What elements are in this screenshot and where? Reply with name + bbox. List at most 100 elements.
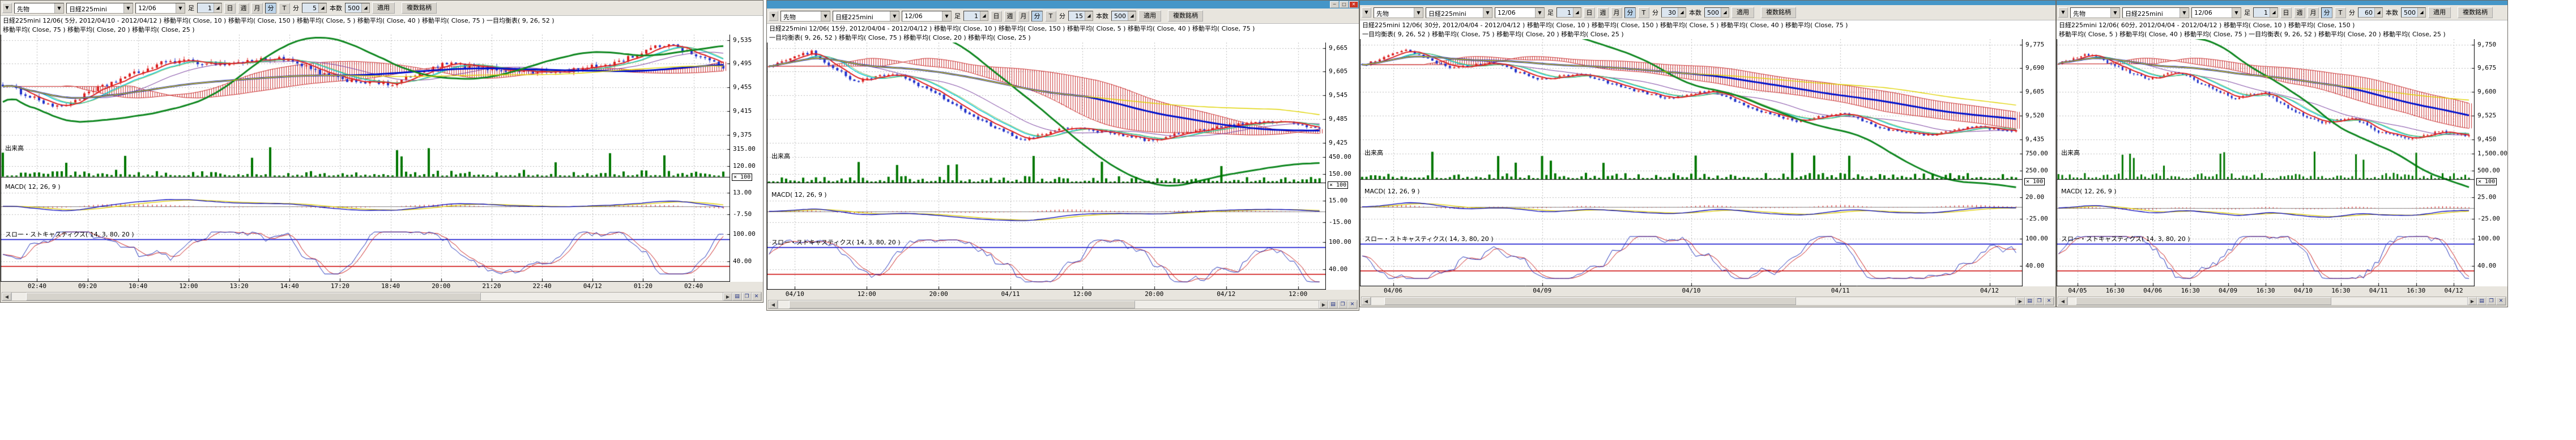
period-button-2[interactable]: 月 <box>251 3 263 14</box>
apply-button[interactable]: 適用 <box>2428 7 2451 18</box>
window-close-button[interactable]: ✕ <box>2496 297 2506 305</box>
contract-select[interactable]: 12/06▼ <box>902 11 952 22</box>
scroll-thumb[interactable] <box>26 293 481 301</box>
period-button-2[interactable]: 月 <box>1611 7 1622 18</box>
category-select[interactable]: 先物▼ <box>781 11 830 22</box>
panel-menu-button[interactable]: ▼ <box>2058 7 2068 18</box>
scroll-thumb[interactable] <box>2076 297 2331 305</box>
minimize-button[interactable]: ─ <box>1330 1 1339 8</box>
close-button[interactable]: ✕ <box>1349 1 1358 8</box>
chart-scrollbar[interactable]: ◀▶▤❐✕ <box>1361 297 2054 306</box>
period-button-1[interactable]: 週 <box>238 3 249 14</box>
window-close-button[interactable]: ✕ <box>1347 301 1357 308</box>
multi-symbol-button[interactable]: 複数銘柄 <box>1761 7 1796 18</box>
symbol-select[interactable]: 日経225mini▼ <box>66 3 133 14</box>
scroll-right-button[interactable]: ▶ <box>2016 297 2025 305</box>
contract-select[interactable]: 12/06▼ <box>1495 7 1545 18</box>
period-button-4[interactable]: T <box>279 3 290 14</box>
period-button-4[interactable]: T <box>1045 11 1056 22</box>
price-chart-canvas[interactable] <box>1 35 730 282</box>
bar-count-stepper[interactable]: 500◢ <box>1704 7 1729 18</box>
scroll-left-button[interactable]: ◀ <box>2058 297 2067 305</box>
stepper-icon[interactable]: ◢ <box>1573 8 1581 17</box>
price-chart-canvas[interactable] <box>767 43 1326 290</box>
scroll-right-button[interactable]: ▶ <box>1319 301 1328 308</box>
scroll-thumb[interactable] <box>1384 297 1797 305</box>
stepper-icon[interactable]: ◢ <box>1085 11 1093 20</box>
period-button-3[interactable]: 分 <box>2321 7 2332 18</box>
window-restore-button[interactable]: ▤ <box>732 293 742 301</box>
panel-menu-button[interactable]: ▼ <box>1362 7 1371 18</box>
price-chart-canvas[interactable] <box>1360 39 2023 286</box>
stepper-icon[interactable]: ◢ <box>2270 8 2278 17</box>
multi-symbol-button[interactable]: 複数銘柄 <box>2458 7 2493 18</box>
period-button-0[interactable]: 日 <box>2280 7 2292 18</box>
scroll-right-button[interactable]: ▶ <box>2468 297 2477 305</box>
apply-button[interactable]: 適用 <box>372 2 395 14</box>
symbol-select[interactable]: 日経225mini▼ <box>1426 7 1492 18</box>
stepper-icon[interactable]: ◢ <box>361 3 369 12</box>
bar-interval-stepper[interactable]: 1◢ <box>2253 7 2278 18</box>
chart-scrollbar[interactable]: ◀ ▶▤❐✕ <box>768 300 1358 309</box>
scroll-track[interactable] <box>1371 297 2016 305</box>
panel-menu-button[interactable]: ▼ <box>769 11 778 21</box>
period-button-1[interactable]: 週 <box>1597 7 1609 18</box>
bar-count-stepper[interactable]: 500◢ <box>1111 11 1136 21</box>
category-select[interactable]: 先物▼ <box>1374 7 1423 18</box>
window-title-bar[interactable] <box>1360 1 2055 5</box>
period-button-1[interactable]: 週 <box>1004 11 1016 22</box>
window-maximize-button[interactable]: ❐ <box>1338 301 1347 308</box>
bar-count-stepper[interactable]: 500◢ <box>345 3 370 13</box>
period-button-2[interactable]: 月 <box>2308 7 2319 18</box>
window-maximize-button[interactable]: ❐ <box>2487 297 2496 305</box>
window-restore-button[interactable]: ▤ <box>1328 301 1338 308</box>
minute-stepper[interactable]: 30◢ <box>1661 7 1686 18</box>
window-restore-button[interactable]: ▤ <box>2025 297 2035 305</box>
scroll-track[interactable] <box>11 293 723 301</box>
window-close-button[interactable]: ✕ <box>2044 297 2054 305</box>
period-button-3[interactable]: 分 <box>1624 7 1636 18</box>
period-button-4[interactable]: T <box>1638 7 1649 18</box>
stepper-icon[interactable]: ◢ <box>318 3 326 12</box>
category-select[interactable]: 先物▼ <box>14 3 64 14</box>
symbol-select[interactable]: 日経225mini▼ <box>833 11 899 22</box>
chart-scrollbar[interactable]: ◀ ▶▤❐✕ <box>2058 297 2506 306</box>
bar-count-stepper[interactable]: 500◢ <box>2401 7 2426 18</box>
scroll-right-button[interactable]: ▶ <box>723 293 732 301</box>
bar-interval-stepper[interactable]: 1◢ <box>197 3 222 13</box>
stepper-icon[interactable]: ◢ <box>2374 8 2382 17</box>
bar-interval-stepper[interactable]: 1◢ <box>1556 7 1581 18</box>
period-button-3[interactable]: 分 <box>265 3 276 14</box>
period-button-4[interactable]: T <box>2335 7 2346 18</box>
period-button-0[interactable]: 日 <box>991 11 1002 22</box>
scroll-left-button[interactable]: ◀ <box>769 301 778 308</box>
period-button-3[interactable]: 分 <box>1031 11 1043 22</box>
window-restore-button[interactable]: ▤ <box>2477 297 2487 305</box>
contract-select[interactable]: 12/06▼ <box>2191 7 2241 18</box>
period-button-2[interactable]: 月 <box>1018 11 1029 22</box>
price-chart-canvas[interactable] <box>2057 39 2475 286</box>
apply-button[interactable]: 適用 <box>1731 7 1754 18</box>
window-maximize-button[interactable]: ❐ <box>2035 297 2044 305</box>
minute-stepper[interactable]: 5◢ <box>302 3 327 13</box>
apply-button[interactable]: 適用 <box>1138 10 1161 22</box>
stepper-icon[interactable]: ◢ <box>214 3 221 12</box>
contract-select[interactable]: 12/06▼ <box>135 3 185 14</box>
scroll-track[interactable] <box>2067 297 2468 305</box>
multi-symbol-button[interactable]: 複数銘柄 <box>1168 10 1203 22</box>
scroll-left-button[interactable]: ◀ <box>2 293 11 301</box>
stepper-icon[interactable]: ◢ <box>1678 8 1686 17</box>
symbol-select[interactable]: 日経225mini▼ <box>2122 7 2189 18</box>
scroll-thumb[interactable] <box>789 301 1135 308</box>
minute-stepper[interactable]: 15◢ <box>1068 11 1093 21</box>
bar-interval-stepper[interactable]: 1◢ <box>963 11 988 21</box>
period-button-0[interactable]: 日 <box>1584 7 1595 18</box>
stepper-icon[interactable]: ◢ <box>2417 8 2425 17</box>
multi-symbol-button[interactable]: 複数銘柄 <box>402 2 437 14</box>
window-maximize-button[interactable]: ❐ <box>742 293 752 301</box>
scroll-track[interactable] <box>778 301 1319 308</box>
stepper-icon[interactable]: ◢ <box>980 11 988 20</box>
chart-scrollbar[interactable]: ◀▶▤❐✕ <box>2 292 762 301</box>
stepper-icon[interactable]: ◢ <box>1128 11 1136 20</box>
window-title-bar[interactable]: ─□✕ <box>767 1 1359 9</box>
